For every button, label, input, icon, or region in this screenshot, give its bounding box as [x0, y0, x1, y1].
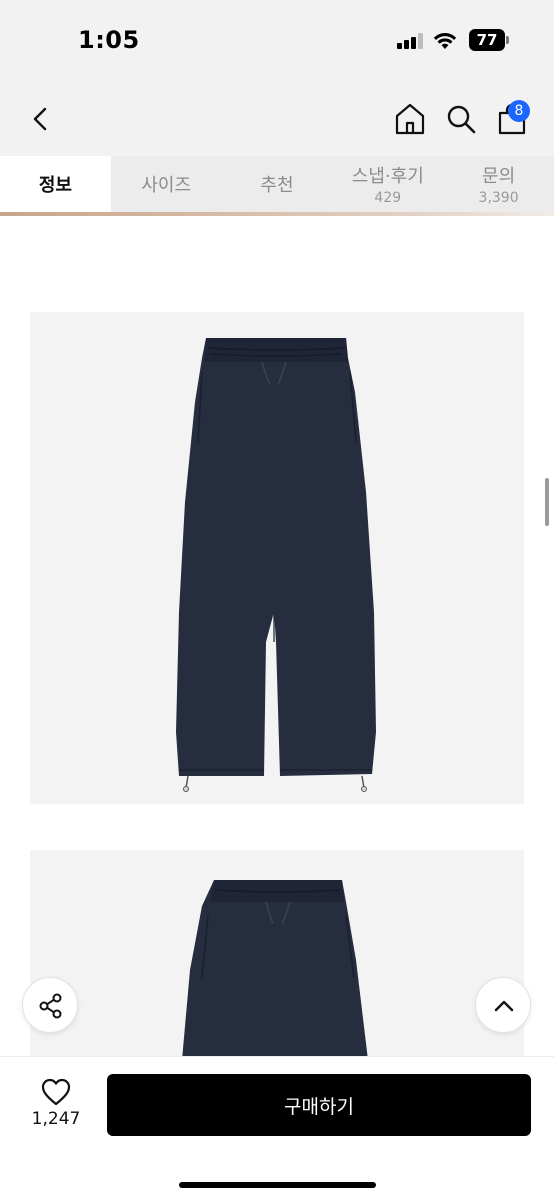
chevron-left-icon[interactable]	[26, 104, 56, 134]
tab-label: 스냅·후기	[351, 166, 424, 187]
tab-recommend[interactable]: 추천	[222, 156, 333, 212]
heart-icon[interactable]	[40, 1077, 72, 1107]
bottom-purchase-bar: 1,247 구매하기	[0, 1056, 554, 1200]
top-navigation	[0, 82, 554, 156]
search-icon[interactable]	[445, 103, 477, 135]
home-icon[interactable]	[394, 102, 426, 136]
tab-count: 3,390	[478, 190, 519, 206]
scrollbar[interactable]	[545, 478, 549, 526]
tab-label: 사이즈	[141, 175, 192, 196]
share-icon	[39, 993, 62, 1019]
navy-sweatpants-image	[30, 850, 524, 1060]
battery-icon: 77	[469, 29, 509, 51]
share-button[interactable]	[22, 977, 78, 1033]
banner-image-edge	[0, 212, 554, 216]
navy-sweatpants-image	[30, 312, 524, 804]
tab-info[interactable]: 정보	[0, 156, 111, 212]
like-count: 1,247	[31, 1109, 81, 1129]
status-time: 1:05	[78, 26, 140, 54]
signal-icon	[397, 33, 423, 49]
product-tabs: 정보 사이즈 추천 스냅·후기 429 문의 3,390	[0, 156, 554, 212]
tab-inquiry[interactable]: 문의 3,390	[443, 156, 554, 212]
chevron-up-icon	[494, 1000, 514, 1012]
tab-count: 429	[374, 190, 402, 206]
battery-level: 77	[476, 31, 498, 49]
tab-snap-review[interactable]: 스냅·후기 429	[332, 156, 443, 212]
wifi-icon	[433, 33, 457, 49]
tab-label: 정보	[38, 175, 72, 196]
tab-label: 추천	[260, 175, 294, 196]
status-bar: 1:05 77	[0, 0, 554, 82]
buy-button[interactable]: 구매하기	[107, 1074, 531, 1136]
tab-label: 문의	[482, 166, 516, 187]
home-indicator	[179, 1182, 376, 1188]
cart-count-badge: 8	[508, 100, 530, 122]
scroll-to-top-button[interactable]	[475, 977, 531, 1033]
tab-size[interactable]: 사이즈	[111, 156, 222, 212]
